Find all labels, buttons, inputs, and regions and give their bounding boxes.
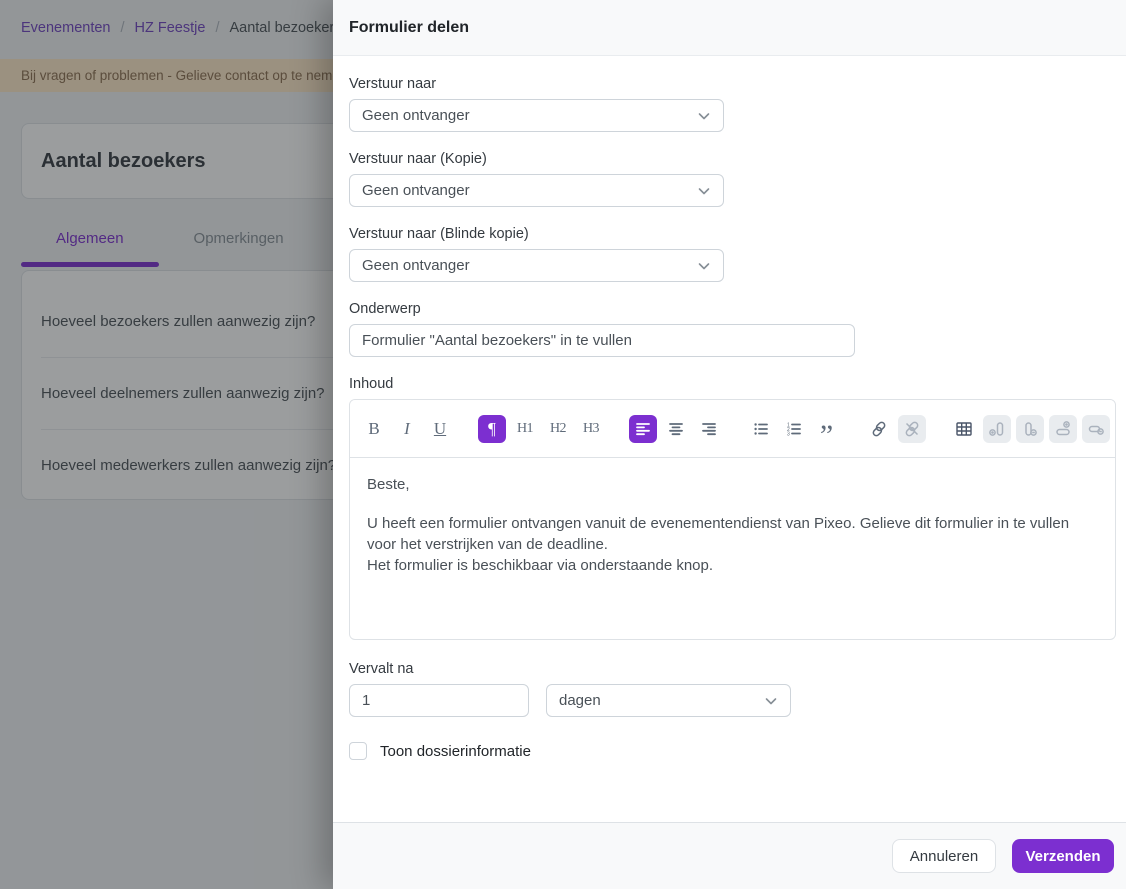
paragraph-button[interactable]: ¶: [478, 414, 506, 443]
insert-table-icon: [956, 421, 972, 436]
verstuur-naar-blinde-kopie-value: Geen ontvanger: [362, 257, 470, 274]
italic-button[interactable]: I: [393, 415, 421, 443]
chevron-down-icon: [698, 112, 710, 119]
heading-3-button[interactable]: H3: [577, 415, 605, 443]
add-row-button: [1049, 414, 1077, 443]
verstuur-naar-label: Verstuur naar: [349, 76, 437, 92]
rich-text-editor: B I U ¶ H1 H2 H3 1 2 3 ” Beste, U heeft …: [349, 399, 1116, 640]
blockquote-button[interactable]: ”: [813, 415, 841, 452]
verstuur-naar-kopie-select[interactable]: Geen ontvanger: [349, 174, 724, 207]
align-left-button[interactable]: [629, 414, 657, 443]
unlink-button: [898, 414, 926, 443]
drawer-header: Formulier delen: [333, 0, 1126, 56]
editor-toolbar: B I U ¶ H1 H2 H3 1 2 3 ”: [350, 400, 1115, 458]
verstuur-naar-blinde-kopie-label: Verstuur naar (Blinde kopie): [349, 226, 529, 242]
delete-row-button: [1082, 414, 1110, 443]
chevron-down-icon: [698, 262, 710, 269]
delete-table-button: [1115, 415, 1116, 443]
editor-content[interactable]: Beste, U heeft een formulier ontvangen v…: [350, 458, 1115, 639]
vervalt-na-unit-value: dagen: [559, 692, 601, 709]
verstuur-naar-select[interactable]: Geen ontvanger: [349, 99, 724, 132]
link-button[interactable]: [865, 415, 893, 443]
editor-paragraph: Het formulier is beschikbaar via onderst…: [367, 557, 714, 574]
onderwerp-label: Onderwerp: [349, 301, 421, 317]
toon-dossierinformatie-label[interactable]: Toon dossierinformatie: [380, 743, 531, 760]
verstuur-naar-kopie-value: Geen ontvanger: [362, 182, 470, 199]
bullet-list-button[interactable]: [747, 415, 775, 443]
align-center-button[interactable]: [662, 415, 690, 443]
drawer-footer: Annuleren Verzenden: [333, 822, 1126, 889]
vervalt-na-label: Vervalt na: [349, 661, 414, 677]
delete-column-icon: [1025, 421, 1037, 436]
editor-paragraph: U heeft een formulier ontvangen vanuit d…: [367, 515, 1070, 553]
onderwerp-input[interactable]: [349, 324, 855, 357]
chevron-down-icon: [698, 187, 710, 194]
align-left-icon: [636, 422, 650, 435]
svg-text:3: 3: [787, 431, 790, 437]
insert-table-button[interactable]: [950, 415, 978, 443]
verstuur-naar-blinde-kopie-select[interactable]: Geen ontvanger: [349, 249, 724, 282]
add-row-icon: [1056, 420, 1070, 435]
blockquote-icon: ”: [819, 418, 835, 452]
heading-1-button[interactable]: H1: [511, 415, 539, 443]
add-column-button: [983, 414, 1011, 443]
bold-button[interactable]: B: [360, 415, 388, 443]
underline-button[interactable]: U: [426, 415, 454, 443]
cancel-button[interactable]: Annuleren: [892, 839, 996, 873]
vervalt-na-unit-select[interactable]: dagen: [546, 684, 791, 717]
verstuur-naar-value: Geen ontvanger: [362, 107, 470, 124]
submit-button[interactable]: Verzenden: [1012, 839, 1114, 873]
delete-row-icon: [1088, 425, 1104, 435]
align-center-icon: [669, 422, 683, 435]
link-icon: [872, 421, 886, 436]
drawer-body: Verstuur naar Geen ontvanger Verstuur na…: [333, 56, 1126, 822]
vervalt-na-input[interactable]: [349, 684, 529, 717]
delete-column-button: [1016, 414, 1044, 443]
verstuur-naar-kopie-label: Verstuur naar (Kopie): [349, 151, 487, 167]
share-form-drawer: Formulier delen Verstuur naar Geen ontva…: [333, 0, 1126, 889]
add-column-icon: [989, 421, 1004, 436]
chevron-down-icon: [765, 697, 777, 704]
ordered-list-button[interactable]: 123: [780, 415, 808, 443]
toon-dossierinformatie-checkbox[interactable]: [349, 742, 367, 760]
align-right-icon: [702, 422, 716, 435]
align-right-button[interactable]: [695, 415, 723, 443]
heading-2-button[interactable]: H2: [544, 415, 572, 443]
inhoud-label: Inhoud: [349, 376, 394, 392]
unlink-icon: [905, 421, 919, 436]
ordered-list-icon: 123: [787, 422, 801, 437]
editor-paragraph: Beste,: [367, 476, 410, 493]
drawer-title: Formulier delen: [349, 18, 470, 36]
bullet-list-icon: [754, 422, 768, 435]
